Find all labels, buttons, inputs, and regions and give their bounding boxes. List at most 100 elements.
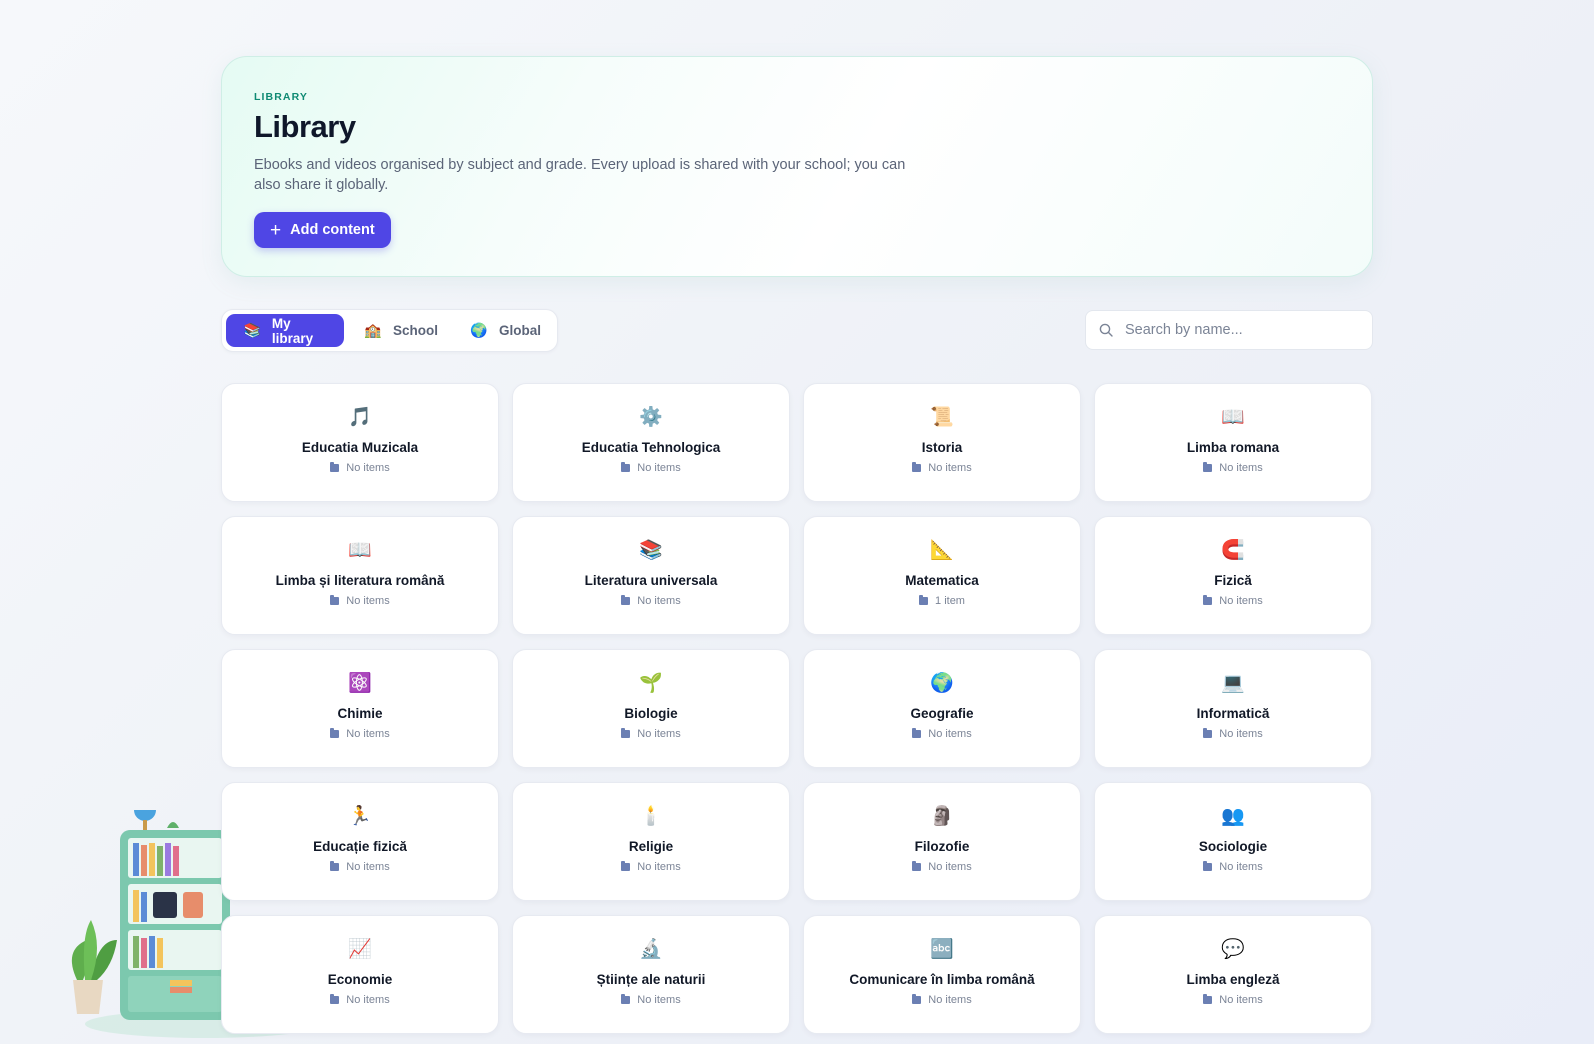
item-count-label: No items: [1219, 595, 1263, 607]
item-count-label: No items: [928, 994, 972, 1006]
subject-card[interactable]: 🏃 Educație fizică No items: [221, 782, 499, 901]
folder-icon: [330, 728, 340, 738]
item-count: No items: [621, 595, 681, 607]
subject-card[interactable]: ⚙️ Educatia Tehnologica No items: [512, 383, 790, 502]
subject-name: Literatura universala: [584, 573, 718, 588]
tab-school[interactable]: 🏫 School: [346, 314, 450, 347]
item-count-label: No items: [1219, 728, 1263, 740]
tab-label: My library: [271, 315, 314, 346]
add-content-button[interactable]: + Add content: [254, 212, 391, 248]
item-count: No items: [621, 994, 681, 1006]
item-count: No items: [1203, 728, 1263, 740]
folder-icon: [912, 728, 922, 738]
item-count-label: No items: [1219, 462, 1263, 474]
item-count: No items: [330, 462, 390, 474]
subject-card[interactable]: 🔤 Comunicare în limba română No items: [803, 915, 1081, 1034]
item-count: No items: [330, 728, 390, 740]
subject-card[interactable]: 📜 Istoria No items: [803, 383, 1081, 502]
item-count: No items: [330, 861, 390, 873]
people-group-icon: 👥: [1221, 805, 1245, 827]
subject-card[interactable]: 🗿 Filozofie No items: [803, 782, 1081, 901]
seedling-icon: 🌱: [639, 672, 663, 694]
books-icon: 📚: [243, 322, 262, 338]
add-content-label: Add content: [290, 222, 375, 238]
globe-icon: 🌍: [470, 322, 488, 338]
subject-card[interactable]: ⚛️ Chimie No items: [221, 649, 499, 768]
chart-up-icon: 📈: [348, 938, 372, 960]
subject-card[interactable]: 📐 Matematica 1 item: [803, 516, 1081, 635]
subject-card[interactable]: 📖 Limba romana No items: [1094, 383, 1372, 502]
subject-card[interactable]: 🌱 Biologie No items: [512, 649, 790, 768]
subject-name: Educatia Tehnologica: [581, 440, 721, 455]
subject-card[interactable]: 📚 Literatura universala No items: [512, 516, 790, 635]
subject-card[interactable]: 🎵 Educatia Muzicala No items: [221, 383, 499, 502]
open-book-quill-icon: 📖: [1221, 406, 1245, 428]
subject-card[interactable]: 📖 Limba și literatura română No items: [221, 516, 499, 635]
subject-card[interactable]: 👥 Sociologie No items: [1094, 782, 1372, 901]
item-count-label: No items: [637, 462, 681, 474]
subject-card[interactable]: 💻 Informatică No items: [1094, 649, 1372, 768]
folder-icon: [912, 462, 922, 472]
subject-name: Istoria: [921, 440, 963, 455]
magnet-icon: 🧲: [1221, 539, 1245, 561]
globe-icon: 🌍: [930, 672, 954, 694]
subject-name: Filozofie: [914, 839, 970, 854]
item-count-label: No items: [1219, 861, 1263, 873]
subject-card[interactable]: 📈 Economie No items: [221, 915, 499, 1034]
subject-name: Limba engleză: [1186, 972, 1280, 987]
item-count: No items: [621, 861, 681, 873]
item-count-label: No items: [346, 994, 390, 1006]
molecule-icon: ⚛️: [348, 672, 372, 694]
folder-icon: [1203, 728, 1213, 738]
bust-statue-icon: 🗿: [930, 805, 954, 827]
plus-icon: +: [270, 219, 282, 241]
item-count: No items: [330, 595, 390, 607]
folder-icon: [1203, 462, 1213, 472]
folder-icon: [330, 861, 340, 871]
running-icon: 🏃: [348, 805, 372, 827]
folder-icon: [330, 994, 340, 1004]
item-count: No items: [330, 994, 390, 1006]
scroll-icon: 📜: [930, 406, 954, 428]
open-book-quill-icon: 📖: [348, 539, 372, 561]
subject-card[interactable]: 🌍 Geografie No items: [803, 649, 1081, 768]
item-count-label: No items: [928, 861, 972, 873]
subject-name: Economie: [327, 972, 393, 987]
item-count-label: No items: [1219, 994, 1263, 1006]
subject-card[interactable]: 🔬 Științe ale naturii No items: [512, 915, 790, 1034]
subject-card[interactable]: 💬 Limba engleză No items: [1094, 915, 1372, 1034]
item-count-label: No items: [637, 994, 681, 1006]
folder-icon: [330, 462, 340, 472]
item-count-label: No items: [346, 462, 390, 474]
folder-icon: [621, 994, 631, 1004]
subject-name: Educație fizică: [313, 839, 407, 854]
folder-icon: [621, 595, 631, 605]
folder-icon: [1203, 595, 1213, 605]
school-icon: 🏫: [364, 322, 382, 338]
item-count-label: No items: [346, 728, 390, 740]
books-stack-icon: 📚: [639, 539, 663, 561]
folder-icon: [919, 595, 929, 605]
folder-icon: [912, 994, 922, 1004]
tab-label: Global: [498, 323, 541, 338]
search-icon: [1099, 323, 1113, 337]
subject-card[interactable]: 🕯️ Religie No items: [512, 782, 790, 901]
folder-icon: [330, 595, 340, 605]
tab-global[interactable]: 🌍 Global: [452, 314, 553, 347]
subject-name: Limba și literatura română: [275, 573, 445, 588]
item-count-label: No items: [637, 861, 681, 873]
hero-eyebrow: LIBRARY: [254, 91, 308, 103]
alphabet-blocks-icon: 🔤: [930, 938, 954, 960]
gear-icon: ⚙️: [639, 406, 663, 428]
item-count-label: No items: [637, 595, 681, 607]
triangle-ruler-icon: 📐: [930, 539, 954, 561]
folder-icon: [621, 728, 631, 738]
search-input[interactable]: [1125, 322, 1345, 338]
folder-icon: [621, 861, 631, 871]
item-count: No items: [912, 994, 972, 1006]
item-count-label: No items: [346, 861, 390, 873]
subject-card[interactable]: 🧲 Fizică No items: [1094, 516, 1372, 635]
music-note-icon: 🎵: [348, 406, 372, 428]
hero-description: Ebooks and videos organised by subject a…: [254, 157, 906, 193]
tab-my-library[interactable]: 📚 My library: [226, 314, 344, 347]
